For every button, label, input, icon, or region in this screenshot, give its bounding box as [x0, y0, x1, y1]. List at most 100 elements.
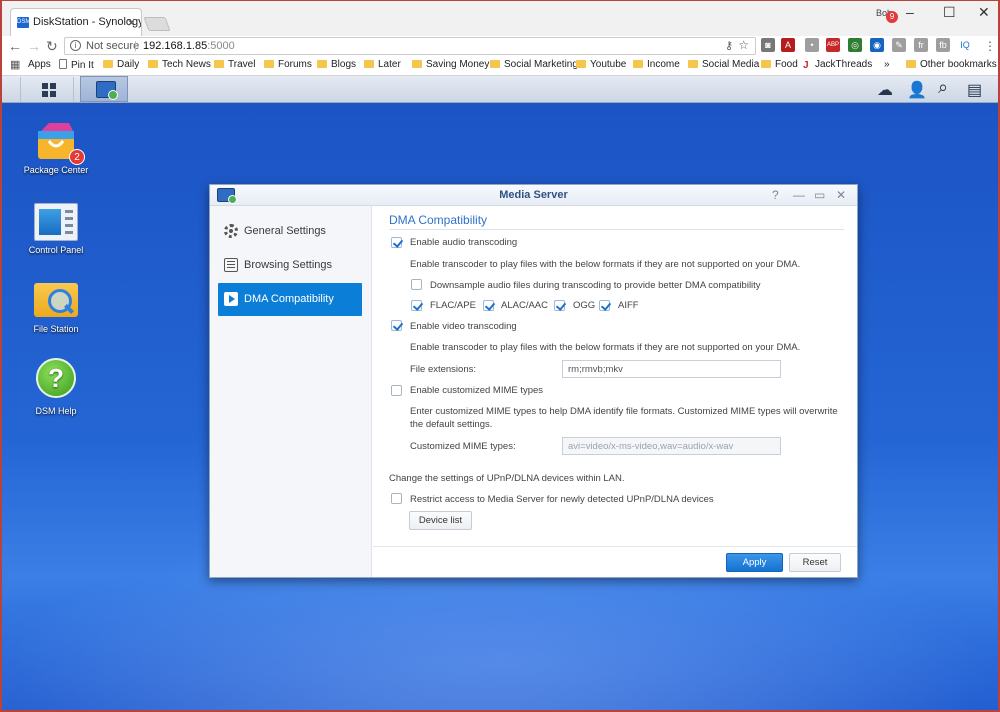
key-icon[interactable]: ⚷ — [725, 39, 733, 52]
camera-ext-icon[interactable]: ◙ — [761, 38, 775, 52]
folder-icon — [633, 60, 643, 68]
browser-tab[interactable]: DSM DiskStation - Synology D × — [10, 8, 142, 36]
bookmarks-overflow[interactable]: » — [884, 59, 890, 70]
minimize-icon[interactable]: — — [793, 188, 805, 202]
help-icon[interactable]: ? — [772, 188, 779, 202]
enable-audio-transcoding-label: Enable audio transcoding — [410, 237, 518, 248]
apps-grid-icon: ▦ — [10, 59, 20, 71]
browser-toolbar: ← → ↻ i Not secure | 192.168.1.85:5000 ⚷… — [0, 36, 1000, 56]
bookmark-star-icon[interactable]: ☆ — [738, 38, 749, 52]
bookmark-income[interactable]: Income — [633, 59, 680, 70]
green-ext-icon[interactable]: ◎ — [848, 38, 862, 52]
fr-ext-icon[interactable]: fr — [914, 38, 928, 52]
folder-icon — [906, 60, 916, 68]
bookmark-daily[interactable]: Daily — [103, 59, 139, 70]
dot-ext-icon[interactable]: • — [805, 38, 819, 52]
pdf-ext-icon[interactable]: A — [781, 38, 795, 52]
main-menu-button[interactable] — [20, 77, 74, 102]
info-icon[interactable]: i — [70, 40, 81, 51]
enable-mime-types-checkbox[interactable] — [391, 385, 402, 396]
bookmark-later[interactable]: Later — [364, 59, 401, 70]
bookmark-jackthreads[interactable]: J JackThreads — [803, 59, 872, 71]
section-divider — [389, 229, 844, 230]
tab-close-icon[interactable]: × — [127, 15, 135, 30]
bookmark-food[interactable]: Food — [761, 59, 798, 70]
folder-icon — [317, 60, 327, 68]
bookmark-social-media[interactable]: Social Media — [688, 59, 759, 70]
desktop-icon-control-panel[interactable]: Control Panel — [6, 203, 106, 256]
fb-ext-icon[interactable]: fb — [936, 38, 950, 52]
folder-icon: J — [803, 60, 809, 71]
browser-tabstrip: DSM DiskStation - Synology D × Bob – ☐ ✕ — [0, 0, 1000, 36]
bookmark-tech-news[interactable]: Tech News — [148, 59, 211, 70]
desktop-icon-label: DSM Help — [35, 406, 77, 416]
security-label: Not secure — [86, 40, 140, 52]
mime-description-line2: the default settings. — [410, 419, 493, 430]
section-title: DMA Compatibility — [389, 213, 488, 227]
desktop-icon-package-center[interactable]: 2 Package Center — [6, 121, 106, 176]
bookmark-travel[interactable]: Travel — [214, 59, 255, 70]
notification-badge: 9 — [886, 11, 898, 23]
package-update-badge: 2 — [69, 149, 85, 165]
bookmark-youtube[interactable]: Youtube — [576, 59, 626, 70]
folder-icon — [103, 60, 113, 68]
restrict-access-label: Restrict access to Media Server for newl… — [410, 494, 714, 505]
bookmark-other[interactable]: Other bookmarks — [906, 59, 997, 70]
bookmark-forums[interactable]: Forums — [264, 59, 312, 70]
grey1-ext-icon[interactable]: ✎ — [892, 38, 906, 52]
enable-audio-transcoding-checkbox[interactable] — [391, 237, 402, 248]
dsm-favicon-icon: DSM — [17, 17, 30, 28]
back-button[interactable]: ← — [8, 38, 22, 54]
desktop-icon-label: File Station — [33, 324, 79, 334]
mime-types-label: Customized MIME types: — [410, 441, 516, 452]
window-titlebar[interactable]: Media Server ? — ▭ ✕ — [210, 185, 857, 206]
file-extensions-input[interactable]: rm;rmvb;mkv — [562, 360, 781, 378]
maximize-icon[interactable]: ▭ — [814, 188, 825, 202]
device-list-button[interactable]: Device list — [409, 511, 472, 530]
downsample-audio-checkbox[interactable] — [411, 279, 422, 290]
user-icon[interactable]: 👤 — [907, 80, 927, 100]
iq-ext-icon[interactable]: IQ — [958, 38, 972, 52]
bookmark-pin-it[interactable]: Pin It — [59, 59, 94, 71]
main-menu-grid-icon — [42, 83, 56, 97]
apply-button[interactable]: Apply — [726, 553, 783, 572]
sidebar-item-dma-compatibility[interactable]: DMA Compatibility — [218, 283, 362, 316]
url-text[interactable]: 192.168.1.85:5000 — [143, 40, 235, 52]
mime-description-line1: Enter customized MIME types to help DMA … — [410, 406, 838, 417]
abp-ext-icon[interactable]: ABP — [826, 38, 840, 52]
mime-types-input[interactable]: avi=video/x-ms-video,wav=audio/x-wav — [562, 437, 781, 455]
forward-button[interactable]: → — [27, 38, 41, 54]
desktop-icon-dsm-help[interactable]: ? DSM Help — [6, 358, 106, 417]
list-icon — [224, 258, 238, 272]
format-alac-aac-checkbox[interactable] — [483, 300, 494, 311]
widgets-icon[interactable]: ▤ — [967, 80, 982, 100]
footer-divider — [373, 546, 857, 547]
address-bar[interactable]: i Not secure | 192.168.1.85:5000 ⚷ ☆ — [64, 37, 756, 55]
window-minimize-button[interactable]: – — [906, 4, 914, 20]
sidebar-item-general-settings[interactable]: General Settings — [218, 215, 362, 248]
reset-button[interactable]: Reset — [789, 553, 841, 572]
window-maximize-button[interactable]: ☐ — [943, 4, 956, 21]
bookmark-social-marketing[interactable]: Social Marketing — [490, 59, 578, 70]
desktop-icon-file-station[interactable]: File Station — [6, 283, 106, 335]
format-ogg-checkbox[interactable] — [554, 300, 565, 311]
sidebar-item-browsing-settings[interactable]: Browsing Settings — [218, 249, 362, 282]
taskbar-media-server[interactable] — [80, 76, 128, 102]
search-icon[interactable]: ⌕ — [938, 77, 948, 98]
browser-menu-icon[interactable]: ⋮ — [984, 39, 996, 53]
shopping-bag-icon: 2 — [35, 121, 85, 165]
restrict-access-checkbox[interactable] — [391, 493, 402, 504]
format-flac-ape-checkbox[interactable] — [411, 300, 422, 311]
audio-description: Enable transcoder to play files with the… — [410, 259, 801, 270]
window-close-button[interactable]: ✕ — [978, 4, 990, 21]
reload-button[interactable]: ↻ — [46, 38, 58, 55]
new-tab-button[interactable] — [143, 17, 171, 31]
bookmark-blogs[interactable]: Blogs — [317, 59, 356, 70]
format-aiff-checkbox[interactable] — [599, 300, 610, 311]
bookmark-apps[interactable]: Apps — [28, 59, 51, 70]
notifications-icon[interactable]: ☁ — [877, 80, 893, 100]
bookmark-saving-money[interactable]: Saving Money — [412, 59, 489, 70]
close-icon[interactable]: ✕ — [836, 188, 846, 202]
blue-ext-icon[interactable]: ◉ — [870, 38, 884, 52]
enable-video-transcoding-checkbox[interactable] — [391, 320, 402, 331]
